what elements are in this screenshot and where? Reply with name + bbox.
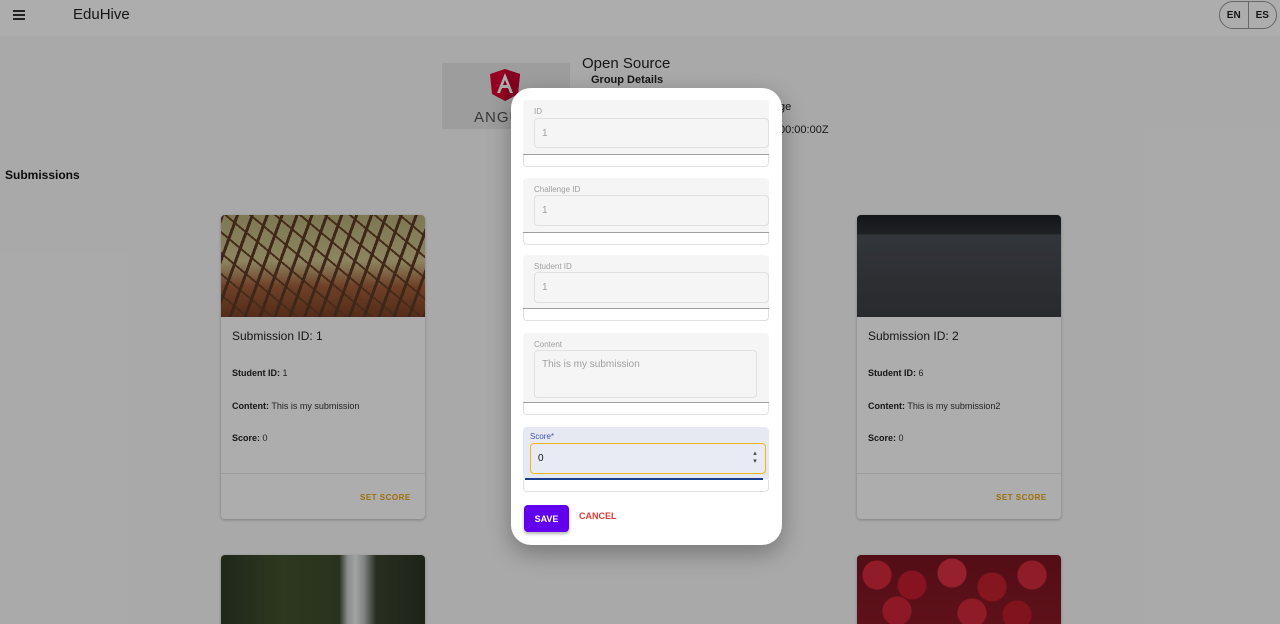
content-field: Content This is my submission [523,333,769,417]
id-label: ID [534,107,542,116]
save-button[interactable]: SAVE [524,505,569,532]
challenge-id-field: Challenge ID 1 [523,178,769,246]
score-label: Score* [530,432,555,441]
content-textarea[interactable]: This is my submission [534,350,757,398]
student-id-label: Student ID [534,262,572,271]
set-score-dialog: ID 1 Challenge ID 1 Student ID 1 Content… [511,88,782,545]
score-field: Score* 0 ▴ ▾ [523,427,769,495]
id-field: ID 1 [523,100,769,168]
cancel-button[interactable]: CANCEL [579,511,617,521]
score-input[interactable]: 0 ▴ ▾ [530,443,766,474]
student-id-field: Student ID 1 [523,255,769,323]
content-label: Content [534,340,563,349]
score-value: 0 [538,453,544,464]
challenge-id-input[interactable]: 1 [534,195,769,226]
student-id-input[interactable]: 1 [534,272,769,303]
challenge-id-label: Challenge ID [534,185,581,194]
id-input[interactable]: 1 [534,118,769,148]
number-stepper-icon[interactable]: ▴ ▾ [751,450,759,468]
